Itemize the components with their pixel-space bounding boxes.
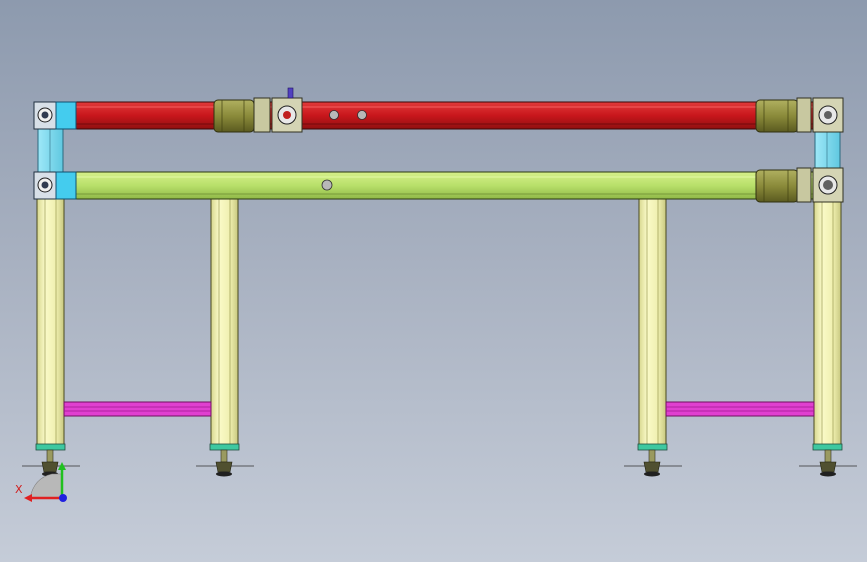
- leg-2[interactable]: [209, 197, 240, 451]
- right-upright-connector[interactable]: [814, 127, 841, 175]
- leveling-foot-2[interactable]: [196, 449, 254, 477]
- crossbar-right[interactable]: [665, 401, 815, 417]
- left-upright-connector[interactable]: [37, 127, 64, 175]
- upper-mid-drive-motor[interactable]: [213, 87, 303, 133]
- leg-4[interactable]: [812, 197, 843, 451]
- lower-left-end-block[interactable]: [33, 171, 77, 200]
- upper-conveyor-rail[interactable]: [33, 101, 821, 130]
- leg-1[interactable]: [35, 197, 66, 451]
- crossbar-left[interactable]: [63, 401, 212, 417]
- leveling-foot-3[interactable]: [624, 449, 682, 477]
- leveling-foot-1[interactable]: [22, 449, 80, 477]
- lower-conveyor-rail[interactable]: [33, 171, 821, 200]
- lower-right-drive-motor[interactable]: [755, 167, 844, 203]
- leg-3[interactable]: [637, 197, 668, 451]
- x-axis-label: X: [15, 483, 23, 496]
- upper-left-end-block[interactable]: [33, 101, 77, 130]
- leveling-foot-4[interactable]: [799, 449, 857, 477]
- cad-viewport[interactable]: [0, 0, 867, 562]
- upper-right-drive-motor[interactable]: [755, 97, 844, 133]
